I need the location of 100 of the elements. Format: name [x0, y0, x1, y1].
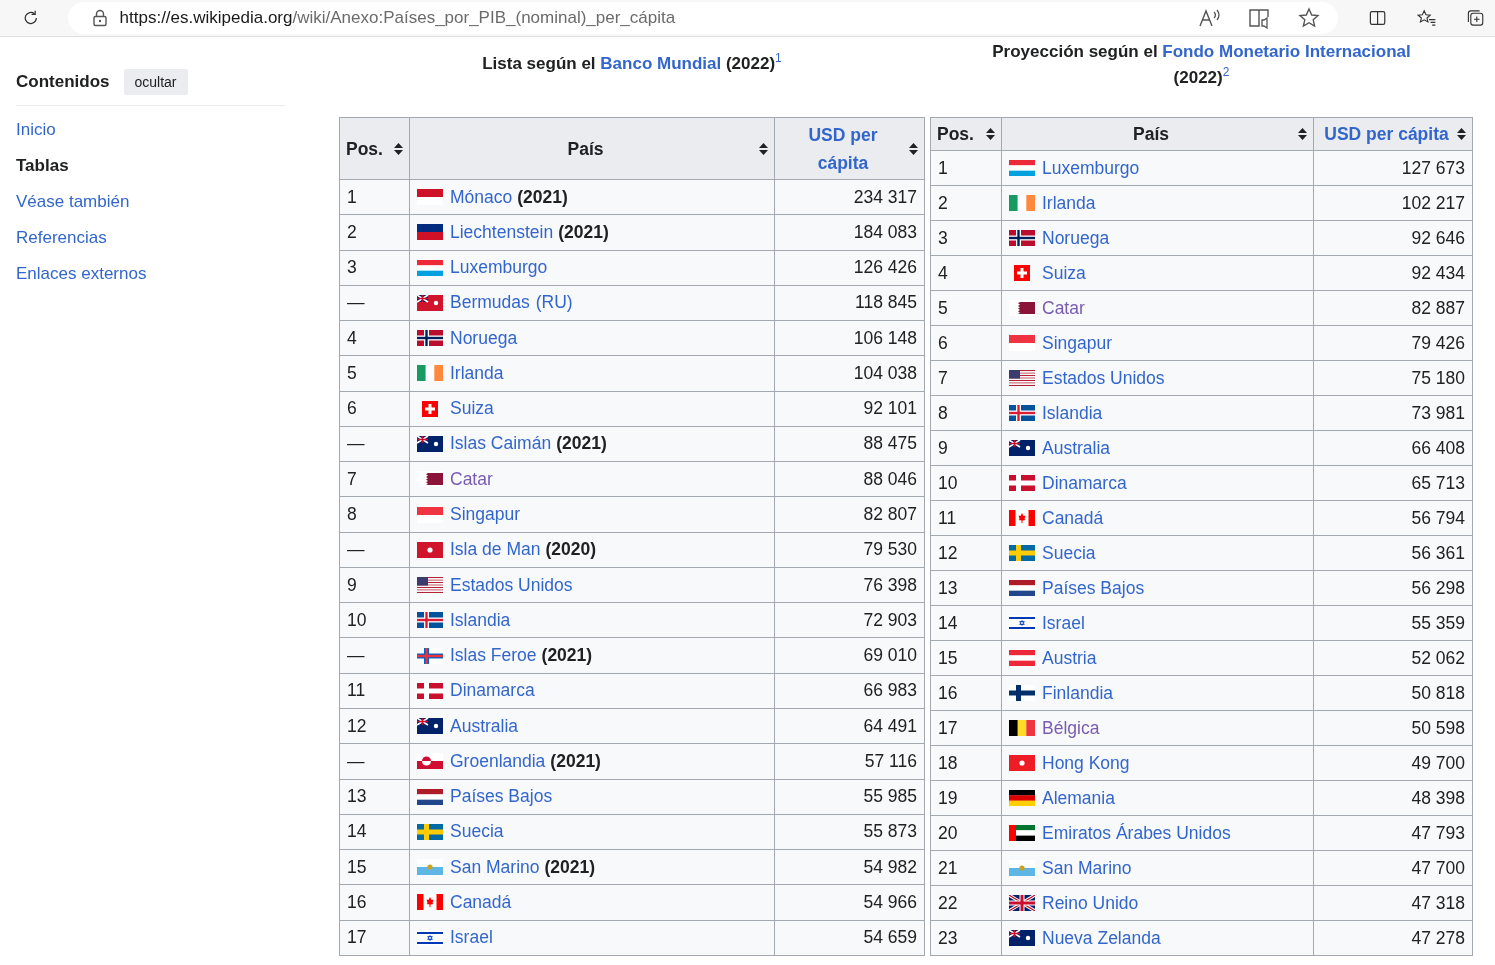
column-header[interactable]: País: [409, 117, 775, 180]
footnote-link[interactable]: 1: [775, 51, 782, 66]
table-cell: —: [339, 743, 410, 779]
country-link[interactable]: Noruega: [1042, 227, 1110, 249]
flag-icon: [1009, 685, 1035, 701]
country-link[interactable]: Reino Unido: [1042, 892, 1139, 914]
column-header[interactable]: USD per cápita: [774, 117, 925, 180]
country-link[interactable]: Alemania: [1042, 787, 1115, 809]
table-cell: 82 887: [1313, 290, 1473, 326]
country-link[interactable]: Liechtenstein: [450, 221, 554, 243]
sort-icon[interactable]: [1457, 128, 1466, 140]
country-link[interactable]: Austria: [1042, 647, 1097, 669]
flag-icon: [1009, 755, 1035, 771]
table-cell: 127 673: [1313, 150, 1473, 186]
table-cell: 126 426: [774, 250, 925, 286]
country-link[interactable]: Isla de Man: [450, 539, 541, 561]
table-cell: 50 598: [1313, 710, 1473, 746]
table-cell: 10: [339, 602, 410, 638]
table-cell: 17: [930, 710, 1002, 746]
column-header[interactable]: USD per cápita: [1313, 117, 1473, 151]
country-link[interactable]: Irlanda: [450, 362, 504, 384]
flag-icon: [1009, 475, 1035, 491]
table-cell: 56 298: [1313, 570, 1473, 606]
table-cell: 92 646: [1313, 220, 1473, 256]
flag-icon: [1009, 510, 1035, 526]
country-link[interactable]: Singapur: [450, 504, 521, 525]
country-link[interactable]: San Marino: [1042, 857, 1132, 879]
country-link[interactable]: Dinamarca: [450, 680, 535, 702]
table-cell: 69 010: [774, 637, 925, 674]
country-link[interactable]: Israel: [1042, 612, 1085, 634]
column-header[interactable]: País: [1001, 117, 1314, 151]
country-link[interactable]: Bélgica: [1042, 717, 1100, 739]
country-link[interactable]: Catar: [1042, 297, 1085, 319]
country-link[interactable]: Irlanda: [1042, 192, 1096, 214]
hide-button[interactable]: ocultar: [123, 69, 188, 95]
collections-icon[interactable]: [1465, 7, 1485, 29]
country-link[interactable]: Suecia: [1042, 542, 1096, 564]
country-link[interactable]: Noruega: [450, 327, 518, 349]
sort-icon[interactable]: [986, 128, 995, 140]
address-bar[interactable]: https://es.wikipedia.org/wiki/Anexo:Países_por_PIB_(nominal)_per_cápita: [67, 2, 1338, 34]
flag-icon: [1009, 300, 1035, 316]
toc-item[interactable]: Referencias: [16, 224, 107, 260]
source-link[interactable]: Banco Mundial: [600, 54, 722, 73]
country-link[interactable]: Países Bajos: [450, 786, 553, 808]
footnote-link[interactable]: 2: [1222, 65, 1230, 80]
table-caption: Lista según el Banco Mundial (2022)$^{1}$: [482, 51, 782, 75]
toc-item[interactable]: Enlaces externos: [16, 260, 147, 296]
country-link[interactable]: Luxemburgo: [1042, 157, 1140, 179]
country-link[interactable]: Hong Kong: [1042, 752, 1130, 774]
country-link[interactable]: Islas Caimán: [450, 433, 552, 455]
toc-item[interactable]: Véase también: [16, 188, 130, 224]
table-cell: 12: [339, 708, 410, 744]
country-link[interactable]: Islas Feroe: [450, 645, 537, 667]
country-link[interactable]: Catar: [450, 468, 493, 490]
country-link[interactable]: Australia: [450, 715, 519, 737]
lock-icon: [91, 9, 108, 27]
country-link[interactable]: Bermudas: [450, 292, 530, 314]
flag-icon: [417, 929, 443, 946]
flag-icon: [417, 577, 443, 594]
flag-icon: [1009, 790, 1035, 806]
table-cell: 73 981: [1313, 395, 1473, 431]
country-link[interactable]: Australia: [1042, 437, 1111, 459]
country-link[interactable]: Islandia: [450, 609, 511, 631]
country-link[interactable]: Suiza: [1042, 262, 1086, 284]
territory-link[interactable]: (RU): [535, 292, 573, 314]
country-link[interactable]: Dinamarca: [1042, 472, 1127, 494]
table-cell: 66 983: [774, 673, 925, 709]
table-cell: 55 359: [1313, 605, 1473, 641]
sort-icon[interactable]: [759, 142, 768, 155]
table-cell: 5: [930, 290, 1002, 326]
sort-icon[interactable]: [909, 142, 918, 155]
reader-view-icon[interactable]: [1247, 7, 1272, 29]
toc-item[interactable]: Tablas: [16, 152, 69, 188]
country-link[interactable]: Singapur: [1042, 332, 1113, 354]
column-header[interactable]: Pos.: [339, 117, 410, 180]
country-link[interactable]: Canadá: [1042, 507, 1104, 529]
country-link[interactable]: Mónaco: [450, 186, 513, 208]
table-cell: 1: [930, 150, 1002, 186]
country-link[interactable]: Groenlandia: [450, 750, 546, 772]
country-link[interactable]: Finlandia: [1042, 682, 1114, 704]
country-link[interactable]: Islandia: [1042, 402, 1103, 424]
favorites-icon[interactable]: [1416, 7, 1436, 29]
toc-title: Contenidos: [16, 72, 110, 92]
country-link[interactable]: Suiza: [450, 398, 494, 420]
toc-item[interactable]: Inicio: [16, 116, 56, 152]
country-link[interactable]: San Marino: [450, 856, 540, 878]
flag-icon: [1009, 615, 1035, 631]
source-link[interactable]: Fondo Monetario Internacional: [1162, 42, 1411, 61]
country-link[interactable]: Israel: [450, 927, 493, 949]
column-header[interactable]: Pos.: [930, 117, 1002, 151]
favorite-star-icon[interactable]: [1297, 7, 1320, 29]
sort-icon[interactable]: [1298, 128, 1307, 140]
read-aloud-icon[interactable]: [1197, 8, 1222, 28]
table-cell: 82 807: [774, 496, 925, 533]
country-link[interactable]: Canadá: [450, 891, 512, 913]
country-link[interactable]: Luxemburgo: [450, 257, 548, 279]
table-cell: 92 101: [774, 391, 925, 427]
sort-icon[interactable]: [394, 142, 403, 155]
country-link[interactable]: Suecia: [450, 821, 504, 843]
flag-icon: [417, 436, 443, 452]
